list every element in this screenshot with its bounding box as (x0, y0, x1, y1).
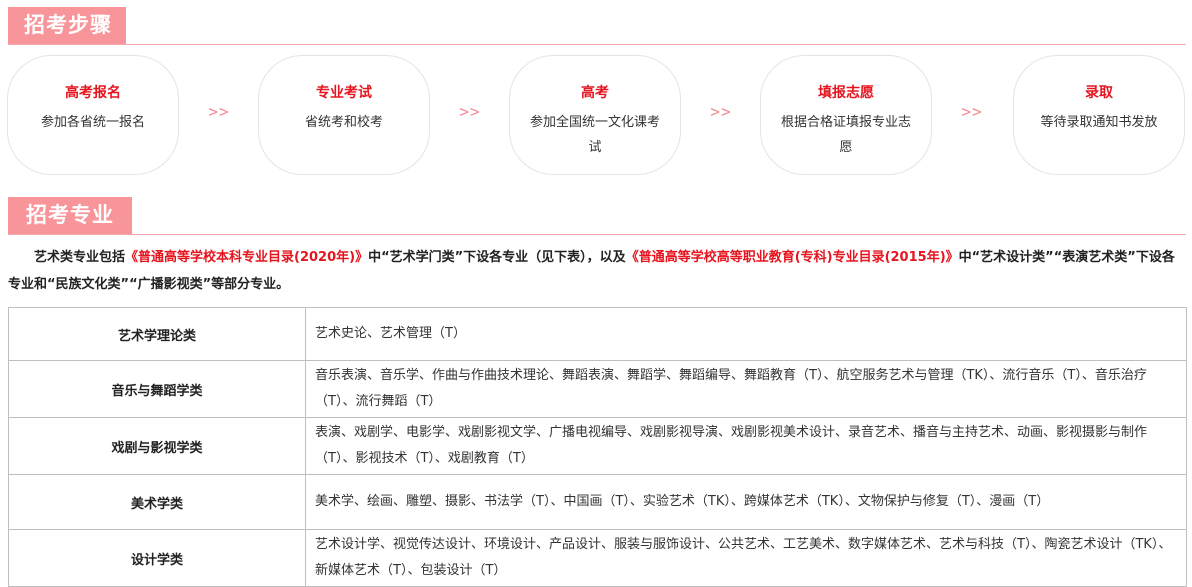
steps-row: 高考报名 参加各省统一报名 >> 专业考试 省统考和校考 >> 高考 参加全国统… (7, 55, 1187, 177)
step-card-professional-exam: 专业考试 省统考和校考 (258, 55, 430, 175)
table-row: 戏剧与影视学类 表演、戏剧学、电影学、戏剧影视文学、广播电视编导、戏剧影视导演、… (8, 417, 1187, 475)
majors-section-header: 招考专业 (8, 197, 1186, 235)
majors-table: 艺术学理论类 艺术史论、艺术管理（T） 音乐与舞蹈学类 音乐表演、音乐学、作曲与… (8, 307, 1187, 587)
catalog-link-vocational[interactable]: 《普通高等学校高等职业教育(专科)专业目录(2015年)》 (626, 250, 959, 265)
steps-section-header: 招考步骤 (8, 7, 1186, 45)
catalog-link-undergraduate[interactable]: 《普通高等学校本科专业目录(2020年)》 (125, 250, 368, 265)
majors-list-cell: 美术学、绘画、雕塑、摄影、书法学（T）、中国画（T）、实验艺术（TK）、跨媒体艺… (305, 474, 1187, 530)
step-title: 高考报名 (65, 85, 121, 101)
step-arrow: >> (710, 102, 732, 121)
majors-list-cell: 艺术设计学、视觉传达设计、环境设计、产品设计、服装与服饰设计、公共艺术、工艺美术… (305, 529, 1187, 587)
table-row: 设计学类 艺术设计学、视觉传达设计、环境设计、产品设计、服装与服饰设计、公共艺术… (8, 529, 1187, 587)
step-arrow: >> (459, 102, 481, 121)
intro-text: 艺术类专业包括 (34, 250, 126, 265)
intro-paragraph: 艺术类专业包括《普通高等学校本科专业目录(2020年)》中“艺术学门类”下设各专… (8, 244, 1184, 298)
majors-list-cell: 音乐表演、音乐学、作曲与作曲技术理论、舞蹈表演、舞蹈学、舞蹈编导、舞蹈教育（T）… (305, 360, 1187, 418)
majors-section-title: 招考专业 (8, 197, 132, 234)
majors-list-cell: 艺术史论、艺术管理（T） (305, 307, 1187, 361)
step-desc: 根据合格证填报专业志愿 (780, 115, 911, 155)
table-row: 艺术学理论类 艺术史论、艺术管理（T） (8, 307, 1187, 361)
step-desc: 参加全国统一文化课考试 (529, 115, 660, 155)
category-cell: 艺术学理论类 (8, 307, 306, 361)
step-desc: 等待录取通知书发放 (1040, 115, 1158, 130)
table-row: 美术学类 美术学、绘画、雕塑、摄影、书法学（T）、中国画（T）、实验艺术（TK）… (8, 474, 1187, 530)
step-title: 录取 (1085, 85, 1113, 101)
majors-list-cell: 表演、戏剧学、电影学、戏剧影视文学、广播电视编导、戏剧影视导演、戏剧影视美术设计… (305, 417, 1187, 475)
step-arrow: >> (961, 102, 983, 121)
table-row: 音乐与舞蹈学类 音乐表演、音乐学、作曲与作曲技术理论、舞蹈表演、舞蹈学、舞蹈编导… (8, 360, 1187, 418)
step-title: 高考 (581, 85, 609, 101)
step-title: 填报志愿 (818, 85, 874, 101)
step-desc: 参加各省统一报名 (40, 115, 145, 130)
step-card-registration: 高考报名 参加各省统一报名 (7, 55, 179, 175)
steps-section-title: 招考步骤 (8, 7, 126, 44)
step-card-admission: 录取 等待录取通知书发放 (1013, 55, 1185, 175)
intro-text: 中“艺术学门类”下设各专业（见下表），以及 (368, 250, 626, 265)
step-desc: 省统考和校考 (304, 115, 383, 130)
category-cell: 美术学类 (8, 474, 306, 530)
category-cell: 戏剧与影视学类 (8, 417, 306, 475)
category-cell: 设计学类 (8, 529, 306, 587)
step-arrow: >> (208, 102, 230, 121)
step-title: 专业考试 (316, 85, 372, 101)
step-card-application: 填报志愿 根据合格证填报专业志愿 (760, 55, 932, 175)
category-cell: 音乐与舞蹈学类 (8, 360, 306, 418)
step-card-gaokao: 高考 参加全国统一文化课考试 (509, 55, 681, 175)
